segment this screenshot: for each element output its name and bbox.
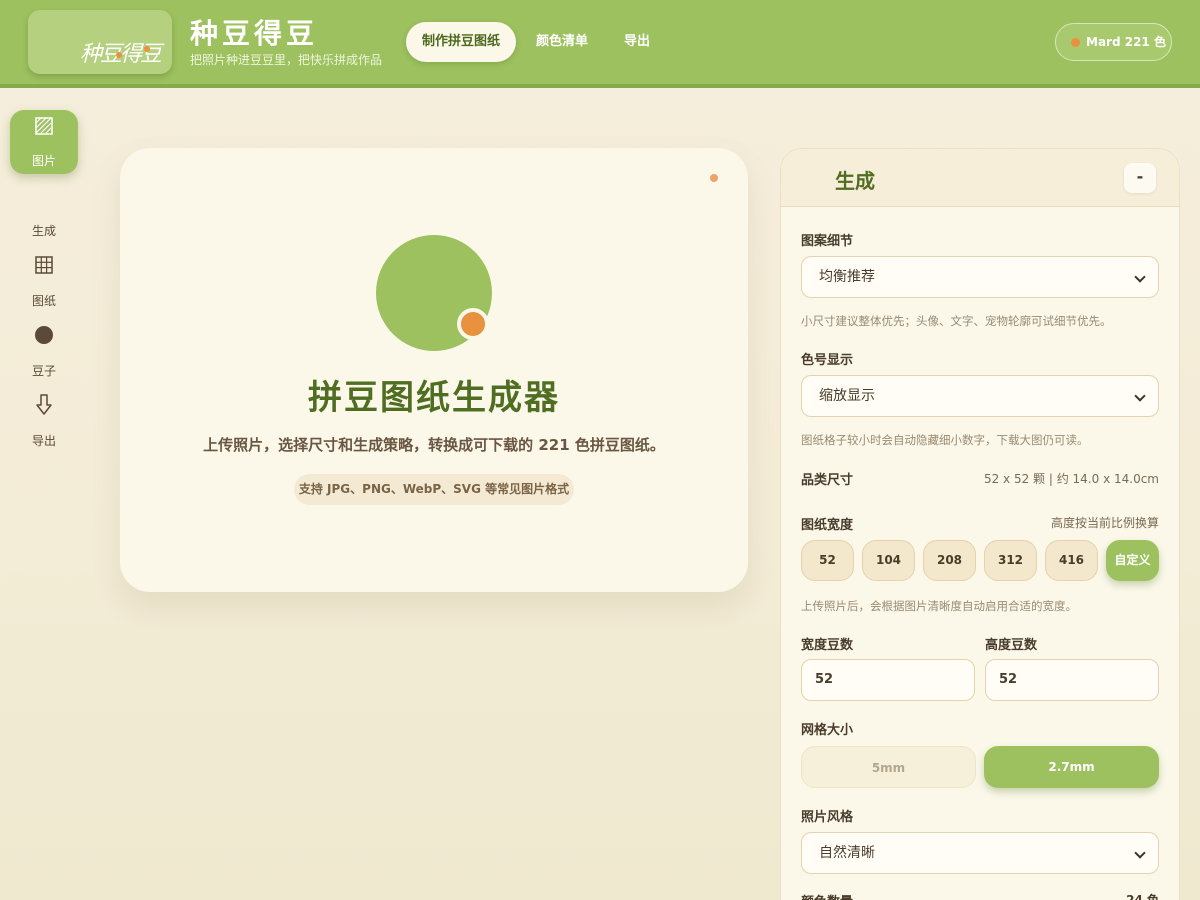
width-beads-input[interactable]: 52	[801, 659, 975, 701]
nav-make-pattern[interactable]: 制作拼豆图纸	[406, 22, 516, 62]
width-option-416[interactable]: 416	[1045, 540, 1098, 581]
photo-style-select-value: 自然清晰	[819, 845, 875, 861]
collapse-button[interactable]: -	[1124, 163, 1156, 193]
brand-subtitle: 把照片种进豆豆里，把快乐拼成作品	[190, 53, 383, 67]
grid-option-2-7mm[interactable]: 2.7mm	[984, 746, 1159, 788]
brand-title: 种豆得豆	[190, 17, 319, 50]
width-option-312[interactable]: 312	[984, 540, 1037, 581]
photo-style-select[interactable]: 自然清晰	[801, 832, 1159, 874]
color-count-value: 24 色	[1126, 893, 1159, 900]
detail-select-value: 均衡推荐	[819, 269, 875, 285]
color-code-select-value: 缩放显示	[819, 388, 875, 404]
detail-hint: 小尺寸建议整体优先；头像、文字、宠物轮廓可试细节优先。	[801, 314, 1112, 328]
grid-option-5mm[interactable]: 5mm	[801, 746, 976, 788]
chevron-down-icon	[1134, 271, 1146, 283]
sidebar-item-image[interactable]: 图片	[10, 110, 78, 174]
width-option-208[interactable]: 208	[923, 540, 976, 581]
chevron-down-icon	[1134, 390, 1146, 402]
detail-select[interactable]: 均衡推荐	[801, 256, 1159, 298]
size-label: 品类尺寸	[801, 473, 854, 488]
width-note: 高度按当前比例换算	[1050, 516, 1159, 530]
color-code-label: 色号显示	[801, 353, 854, 368]
sidebar-item-label: 图片	[31, 154, 56, 168]
generate-panel: 生成 - 图案细节 均衡推荐 小尺寸建议整体优先；头像、文字、宠物轮廓可试细节优…	[780, 148, 1180, 900]
width-option-custom[interactable]: 自定义	[1106, 540, 1159, 581]
width-label: 图纸宽度	[801, 518, 854, 533]
panel-title: 生成	[835, 169, 875, 193]
nav-color-list[interactable]: 颜色清单	[528, 22, 596, 62]
palette-badge-label: Mard 221 色	[1086, 35, 1166, 49]
width-hint: 上传照片后，会根据图片清晰度自动启用合适的宽度。	[801, 599, 1077, 613]
width-option-104[interactable]: 104	[862, 540, 915, 581]
download-arrow-icon[interactable]	[35, 394, 53, 416]
width-option-52[interactable]: 52	[801, 540, 854, 581]
image-icon	[35, 117, 53, 135]
photo-style-label: 照片风格	[801, 810, 854, 825]
color-code-select[interactable]: 缩放显示	[801, 375, 1159, 417]
color-count-label: 颜色数量	[801, 891, 853, 900]
sidebar-item-export[interactable]: 导出	[10, 432, 78, 449]
sidebar-item-beads[interactable]: 豆子	[10, 362, 78, 379]
chevron-down-icon	[1134, 847, 1146, 859]
sidebar-item-generate[interactable]: 生成	[10, 222, 78, 239]
app-logo[interactable]: 种豆得豆	[28, 10, 172, 74]
grid-icon[interactable]	[35, 256, 53, 274]
width-beads-label: 宽度豆数	[801, 638, 854, 653]
logo-bead-dot	[116, 52, 122, 58]
sidebar-item-pattern[interactable]: 图纸	[10, 292, 78, 309]
size-value: 52 x 52 颗 | 约 14.0 x 14.0cm	[983, 472, 1159, 486]
page-title: 拼豆图纸生成器	[308, 378, 560, 418]
logo-bead-dot	[144, 46, 150, 52]
detail-label: 图案细节	[801, 234, 854, 249]
height-beads-input[interactable]: 52	[985, 659, 1159, 701]
upload-dropzone[interactable]: 拼豆图纸生成器 上传照片，选择尺寸和生成策略，转换成可下载的 221 色拼豆图纸…	[120, 148, 748, 592]
bead-accent-icon	[457, 308, 489, 340]
grid-size-label: 网格大小	[801, 723, 854, 738]
nav-export[interactable]: 导出	[612, 22, 662, 62]
status-dot	[710, 174, 718, 182]
bead-icon[interactable]	[34, 325, 54, 345]
height-beads-label: 高度豆数	[985, 638, 1038, 653]
palette-dot-icon	[1071, 38, 1080, 47]
supported-formats-badge: 支持 JPG、PNG、WebP、SVG 等常见图片格式	[294, 474, 574, 505]
palette-badge[interactable]: Mard 221 色	[1055, 23, 1172, 61]
upload-description: 上传照片，选择尺寸和生成策略，转换成可下载的 221 色拼豆图纸。	[203, 436, 665, 454]
app-header: 种豆得豆 种豆得豆 把照片种进豆豆里，把快乐拼成作品 制作拼豆图纸 颜色清单 导…	[0, 0, 1200, 88]
color-code-hint: 图纸格子较小时会自动隐藏细小数字，下载大图仍可读。	[801, 433, 1089, 447]
panel-header: 生成 -	[781, 149, 1179, 207]
